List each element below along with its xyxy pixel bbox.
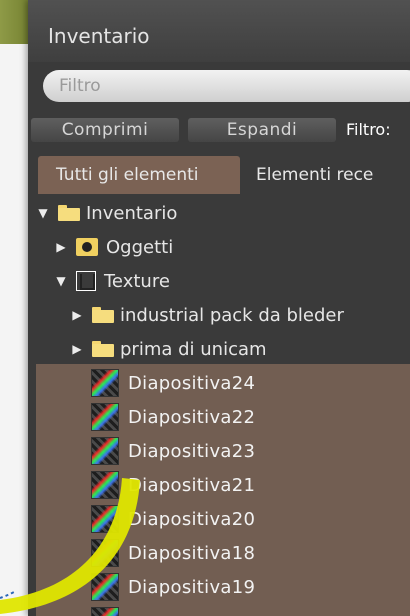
list-item[interactable]: Diapositiva20 (91, 502, 255, 536)
expand-button[interactable]: Espandi (188, 118, 336, 142)
inventory-panel: Inventario Comprimi Espandi Filtro: Tutt… (28, 0, 410, 616)
list-item[interactable]: Diapositiva21 (91, 468, 255, 502)
texture-thumbnail-icon (91, 607, 119, 616)
texture-thumbnail-icon (91, 437, 119, 465)
list-item[interactable]: Diapositiva24 (91, 366, 255, 400)
tree-folder-textures[interactable]: ▼ Texture (54, 264, 170, 298)
tab-recent-items[interactable]: Elementi rece (240, 156, 410, 194)
folder-icon (92, 341, 114, 357)
tree-label-objects: Oggetti (106, 236, 174, 258)
tree-subfolder[interactable]: ▶ industrial pack da bleder (70, 298, 344, 332)
panel-header: Inventario (28, 0, 410, 62)
tree-label-subfolder: prima di unicam (120, 338, 267, 360)
item-label: Diapositiva21 (128, 474, 256, 496)
tree-label-inventory: Inventario (86, 202, 178, 224)
item-label: Diapositiva22 (128, 406, 256, 428)
item-label: Diapositiva23 (128, 440, 256, 462)
filter-input[interactable] (43, 70, 410, 102)
chevron-right-icon[interactable]: ▶ (54, 240, 68, 254)
item-label: Diapositiva19 (128, 576, 256, 598)
folder-icon (58, 205, 80, 221)
tab-all-items[interactable]: Tutti gli elementi (38, 156, 240, 194)
objects-folder-icon (76, 238, 98, 256)
item-label: Diapositiva24 (128, 372, 256, 394)
list-item[interactable]: Diapositiva19 (91, 570, 255, 604)
list-item[interactable]: Diapositiva23 (91, 434, 255, 468)
texture-thumbnail-icon (91, 403, 119, 431)
filter-status-label: Filtro: (346, 120, 391, 139)
folder-icon (92, 307, 114, 323)
chevron-right-icon[interactable]: ▶ (70, 308, 84, 322)
item-label: Diapositiva18 (128, 542, 256, 564)
texture-thumbnail-icon (91, 505, 119, 533)
chevron-down-icon[interactable]: ▼ (36, 206, 50, 220)
texture-thumbnail-icon (91, 369, 119, 397)
tree-label-subfolder: industrial pack da bleder (120, 304, 344, 326)
panel-title: Inventario (48, 24, 150, 48)
tree-subfolder[interactable]: ▶ prima di unicam (70, 332, 267, 366)
list-item-partial[interactable] (91, 604, 128, 616)
texture-thumbnail-icon (91, 573, 119, 601)
chevron-right-icon[interactable]: ▶ (70, 342, 84, 356)
texture-thumbnail-icon (91, 471, 119, 499)
collapse-button[interactable]: Comprimi (31, 118, 179, 142)
chevron-down-icon[interactable]: ▼ (54, 274, 68, 288)
item-label: Diapositiva20 (128, 508, 256, 530)
list-item[interactable]: Diapositiva18 (91, 536, 255, 570)
tree-label-textures: Texture (104, 270, 170, 292)
tree-root-inventory[interactable]: ▼ Inventario (36, 196, 177, 230)
texture-folder-icon (76, 271, 96, 291)
background-left (0, 44, 28, 616)
texture-thumbnail-icon (91, 539, 119, 567)
list-item[interactable]: Diapositiva22 (91, 400, 255, 434)
tree-folder-objects[interactable]: ▶ Oggetti (54, 230, 173, 264)
